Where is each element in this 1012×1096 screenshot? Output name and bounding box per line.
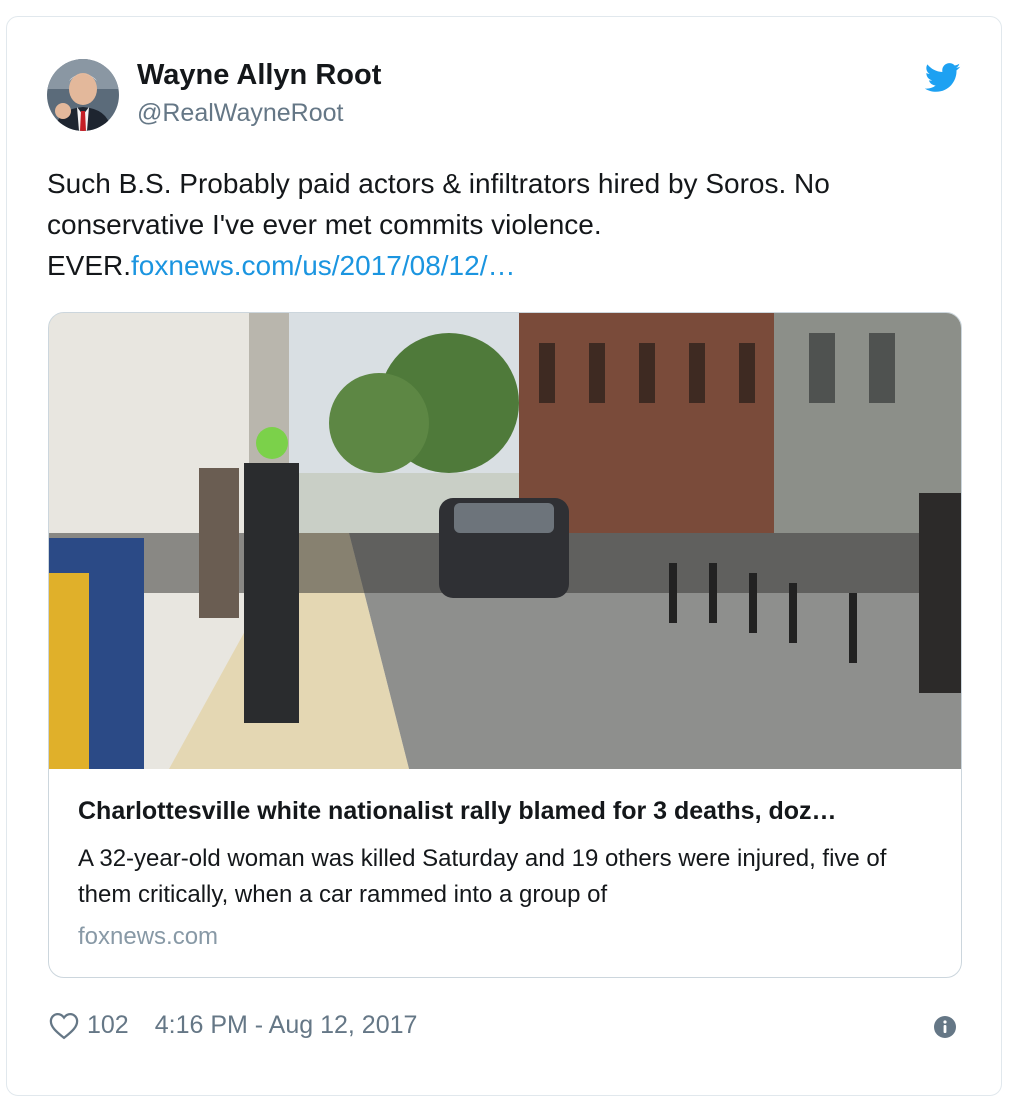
tweet-text: Such B.S. Probably paid actors & infiltr…	[47, 163, 967, 286]
like-count[interactable]: 102	[87, 1011, 129, 1040]
tweet-card: Wayne Allyn Root @RealWayneRoot Such B.S…	[6, 16, 1002, 1096]
tweet-link[interactable]: foxnews.com/us/2017/08/12/…	[131, 250, 515, 281]
author-handle[interactable]: @RealWayneRoot	[137, 99, 343, 128]
heart-icon[interactable]	[49, 1012, 79, 1040]
avatar[interactable]	[47, 59, 119, 131]
card-description: A 32-year-old woman was killed Saturday …	[78, 845, 887, 908]
card-title[interactable]: Charlottesville white nationalist rally …	[78, 797, 938, 826]
card-image[interactable]	[49, 313, 961, 769]
tweet-footer: 102 4:16 PM - Aug 12, 2017	[49, 1011, 417, 1040]
card-domain: foxnews.com	[78, 923, 219, 950]
info-icon[interactable]	[933, 1015, 957, 1039]
link-preview-card[interactable]: Charlottesville white nationalist rally …	[48, 312, 962, 978]
twitter-bird-icon[interactable]	[924, 63, 961, 93]
author-name[interactable]: Wayne Allyn Root	[137, 59, 381, 92]
timestamp[interactable]: 4:16 PM - Aug 12, 2017	[155, 1011, 418, 1040]
